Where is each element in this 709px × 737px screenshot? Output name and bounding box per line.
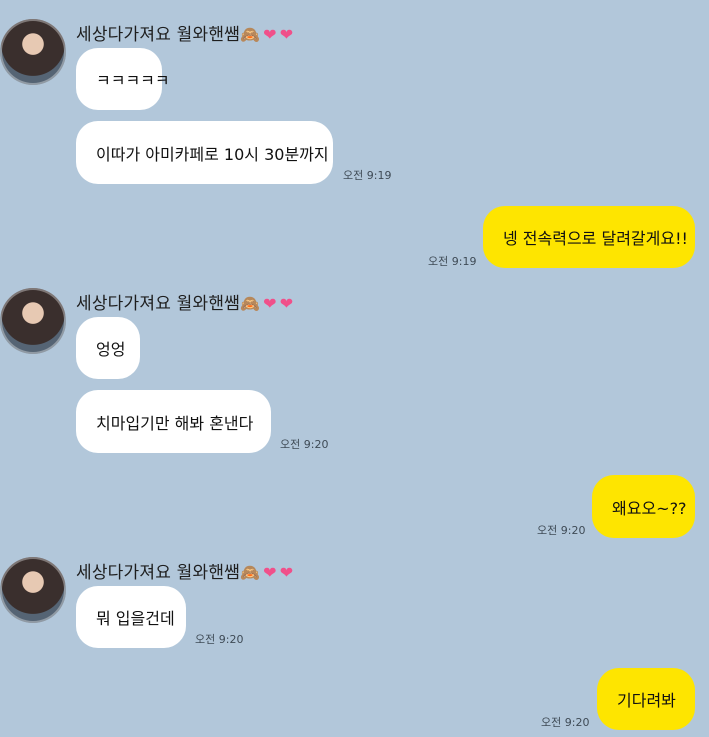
message-timestamp: 오전 9:20 [537, 524, 586, 537]
message-bubble[interactable]: ㅋㅋㅋㅋㅋ [76, 48, 170, 110]
message-text: 왜요오~?? [612, 498, 687, 518]
sender-avatar[interactable] [0, 288, 66, 354]
monkey-heart-emoji-icon: 🙈 ❤ ❤ [240, 25, 294, 44]
message-bubble[interactable]: 엉엉 [76, 317, 140, 379]
message-bubble[interactable]: 왜요오~?? [592, 475, 695, 538]
message-bubble[interactable]: 이따가 아미카페로 10시 30분까지 [76, 121, 333, 184]
message-text: 치마입기만 해봐 혼낸다 [96, 413, 254, 433]
monkey-heart-emoji-icon: 🙈 ❤ ❤ [240, 294, 294, 313]
sender-avatar[interactable] [0, 557, 66, 623]
message-bubble[interactable]: 뭐 입을건데 [76, 586, 186, 648]
monkey-heart-emoji-icon: 🙈 ❤ ❤ [240, 563, 294, 582]
message-text: 이따가 아미카페로 10시 30분까지 [96, 144, 329, 164]
sender-name: 세상다가져요 월와핸쌤🙈 ❤ ❤ [76, 563, 294, 583]
message-text: 엉엉 [96, 340, 126, 359]
message-timestamp: 오전 9:19 [343, 169, 392, 182]
sender-avatar[interactable] [0, 19, 66, 85]
message-text: 뭐 입을건데 [96, 609, 175, 628]
message-timestamp: 오전 9:20 [280, 438, 329, 451]
sender-name: 세상다가져요 월와핸쌤🙈 ❤ ❤ [76, 25, 294, 45]
message-timestamp: 오전 9:20 [195, 633, 244, 646]
message-timestamp: 오전 9:19 [428, 255, 477, 268]
message-timestamp: 오전 9:20 [541, 716, 590, 729]
sender-name: 세상다가져요 월와핸쌤🙈 ❤ ❤ [76, 294, 294, 314]
message-text: 기다려봐 [617, 691, 676, 710]
message-bubble[interactable]: 치마입기만 해봐 혼낸다 [76, 390, 271, 453]
message-bubble[interactable]: 기다려봐 [597, 668, 695, 730]
message-text: 넹 전속력으로 달려갈게요!! [503, 229, 688, 248]
message-text: ㅋㅋㅋㅋㅋ [96, 71, 170, 90]
message-bubble[interactable]: 넹 전속력으로 달려갈게요!! [483, 206, 695, 268]
